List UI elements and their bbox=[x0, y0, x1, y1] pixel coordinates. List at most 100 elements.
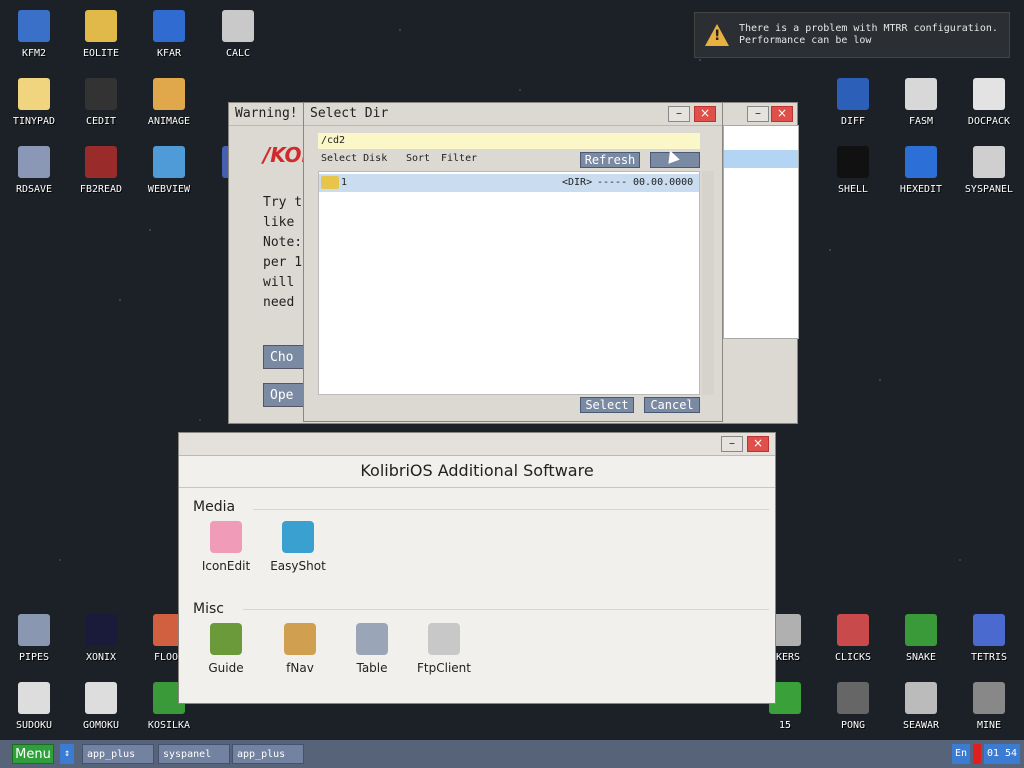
desktop-icon-label: ANIMAGE bbox=[147, 116, 191, 127]
app-ftpclient[interactable]: FtpClient bbox=[409, 623, 479, 675]
clock[interactable]: 01 54 bbox=[984, 744, 1020, 764]
additional-software-titlebar[interactable] bbox=[179, 433, 775, 456]
fb2-reader-icon bbox=[85, 146, 117, 178]
desktop-icon-pipes[interactable]: PIPES bbox=[0, 614, 68, 663]
minimize-button[interactable]: – bbox=[668, 106, 690, 122]
vertical-scrollbar[interactable] bbox=[702, 171, 714, 395]
sudoku-icon bbox=[18, 682, 50, 714]
desktop-icon-clicks[interactable]: CLICKS bbox=[819, 614, 887, 663]
desktop-icon-label: SHELL bbox=[837, 184, 869, 195]
desktop-icon-label: TETRIS bbox=[970, 652, 1008, 663]
desktop-icon-fb2read[interactable]: FB2READ bbox=[67, 146, 135, 195]
taskbar: Menu ↕ app_plus syspanel app_plus En 01 … bbox=[0, 740, 1024, 768]
task-app-plus[interactable]: app_plus bbox=[82, 744, 154, 764]
desktop-icon-seawar[interactable]: SEAWAR bbox=[887, 682, 955, 731]
desktop-icon-kfar[interactable]: KFAR bbox=[135, 10, 203, 59]
desktop-icon-fasm[interactable]: FASM bbox=[887, 78, 955, 127]
fnav-icon bbox=[284, 623, 316, 655]
desktop-icon-label: SUDOKU bbox=[15, 720, 53, 731]
desktop-icon-label: CLICKS bbox=[834, 652, 872, 663]
app-guide[interactable]: Guide bbox=[191, 623, 261, 675]
desktop-icon-rdsave[interactable]: RDSAVE bbox=[0, 146, 68, 195]
app-iconedit[interactable]: IconEdit bbox=[191, 521, 261, 573]
task-app-plus-2[interactable]: app_plus bbox=[232, 744, 304, 764]
desktop-icon-tinypad[interactable]: TINYPAD bbox=[0, 78, 68, 127]
desktop-icon-kfm2[interactable]: KFM2 bbox=[0, 10, 68, 59]
select-disk-menu[interactable]: Select Disk bbox=[321, 153, 387, 164]
desktop-icon-label: SNAKE bbox=[905, 652, 937, 663]
desktop-icon-label: KOSILKA bbox=[147, 720, 191, 731]
select-dir-titlebar[interactable]: Select Dir bbox=[304, 103, 722, 126]
desktop-icon-snake[interactable]: SNAKE bbox=[887, 614, 955, 663]
globe-icon bbox=[153, 146, 185, 178]
desktop-icon-calc[interactable]: CALC bbox=[204, 10, 272, 59]
refresh-button[interactable]: Refresh bbox=[580, 152, 640, 168]
section-media: Media bbox=[193, 499, 236, 515]
path-field[interactable]: /cd2 bbox=[318, 133, 700, 149]
desktop-icon-label: HEXEDIT bbox=[899, 184, 943, 195]
warning-side-panel bbox=[723, 125, 799, 339]
desktop-icon-label: FASM bbox=[908, 116, 934, 127]
app-easyshot[interactable]: EasyShot bbox=[263, 521, 333, 573]
switch-arrows-icon[interactable]: ↕ bbox=[60, 744, 74, 764]
desktop-icon-cedit[interactable]: CEDIT bbox=[67, 78, 135, 127]
gomoku-icon bbox=[85, 682, 117, 714]
desktop-icon-label: PONG bbox=[840, 720, 866, 731]
mtrr-notification[interactable]: ! There is a problem with MTRR configura… bbox=[694, 12, 1010, 58]
app-fnav[interactable]: fNav bbox=[265, 623, 335, 675]
close-button[interactable]: × bbox=[771, 106, 793, 122]
desktop-icon-shell[interactable]: SHELL bbox=[819, 146, 887, 195]
desktop-icon-tetris[interactable]: TETRIS bbox=[955, 614, 1023, 663]
close-button[interactable]: × bbox=[694, 106, 716, 122]
filter-menu[interactable]: Filter bbox=[441, 153, 477, 164]
desktop-icon-xonix[interactable]: XONIX bbox=[67, 614, 135, 663]
desktop-icon-sudoku[interactable]: SUDOKU bbox=[0, 682, 68, 731]
directory-list[interactable]: 1 <DIR> ----- 00.00.0000 bbox=[318, 171, 700, 395]
rdsave-icon bbox=[18, 146, 50, 178]
iconedit-icon bbox=[210, 521, 242, 553]
desktop-icon-mine[interactable]: MINE bbox=[955, 682, 1023, 731]
desktop-icon-syspanel[interactable]: SYSPANEL bbox=[955, 146, 1023, 195]
easyshot-icon bbox=[282, 521, 314, 553]
desktop-icon-label: SEAWAR bbox=[902, 720, 940, 731]
close-button[interactable]: × bbox=[747, 436, 769, 452]
sort-menu[interactable]: Sort bbox=[406, 153, 430, 164]
desktop-icon-label: PIPES bbox=[18, 652, 50, 663]
folder-icon bbox=[321, 176, 339, 189]
list-item[interactable]: 1 <DIR> ----- 00.00.0000 bbox=[319, 174, 699, 192]
desktop-icon-eolite[interactable]: EOLITE bbox=[67, 10, 135, 59]
desktop-icon-label: 15 bbox=[778, 720, 792, 731]
clicks-icon bbox=[837, 614, 869, 646]
notepad-icon bbox=[18, 78, 50, 110]
warning-icon: ! bbox=[705, 24, 729, 46]
desktop-icon-hexedit[interactable]: HEXEDIT bbox=[887, 146, 955, 195]
notification-line-1: There is a problem with MTRR configurati… bbox=[739, 23, 998, 34]
desktop-icon-label: TINYPAD bbox=[12, 116, 56, 127]
desktop-icon-diff[interactable]: DIFF bbox=[819, 78, 887, 127]
ftp-icon bbox=[428, 623, 460, 655]
syspanel-icon bbox=[973, 146, 1005, 178]
minimize-button[interactable]: – bbox=[721, 436, 743, 452]
folder-icon bbox=[85, 10, 117, 42]
desktop-icon-webview[interactable]: WEBVIEW bbox=[135, 146, 203, 195]
minimize-button[interactable]: – bbox=[747, 106, 769, 122]
desktop-icon-gomoku[interactable]: GOMOKU bbox=[67, 682, 135, 731]
pencil-icon bbox=[153, 78, 185, 110]
desktop-icon-label: FB2READ bbox=[79, 184, 123, 195]
select-button[interactable]: Select bbox=[580, 397, 634, 413]
divider bbox=[243, 609, 769, 610]
desktop-icon-docpack[interactable]: DOCPACK bbox=[955, 78, 1023, 127]
pipes-icon bbox=[18, 614, 50, 646]
menu-button[interactable]: Menu bbox=[12, 744, 54, 764]
status-indicator bbox=[973, 744, 981, 764]
xonix-icon bbox=[85, 614, 117, 646]
desktop-icon-animage[interactable]: ANIMAGE bbox=[135, 78, 203, 127]
app-table[interactable]: Table bbox=[337, 623, 407, 675]
kfar-icon bbox=[153, 10, 185, 42]
language-indicator[interactable]: En bbox=[952, 744, 970, 764]
desktop-icon-label: SYSPANEL bbox=[964, 184, 1014, 195]
task-syspanel[interactable]: syspanel bbox=[158, 744, 230, 764]
desktop-icon-pong[interactable]: PONG bbox=[819, 682, 887, 731]
cancel-button[interactable]: Cancel bbox=[644, 397, 700, 413]
desktop-icon-label: XONIX bbox=[85, 652, 117, 663]
